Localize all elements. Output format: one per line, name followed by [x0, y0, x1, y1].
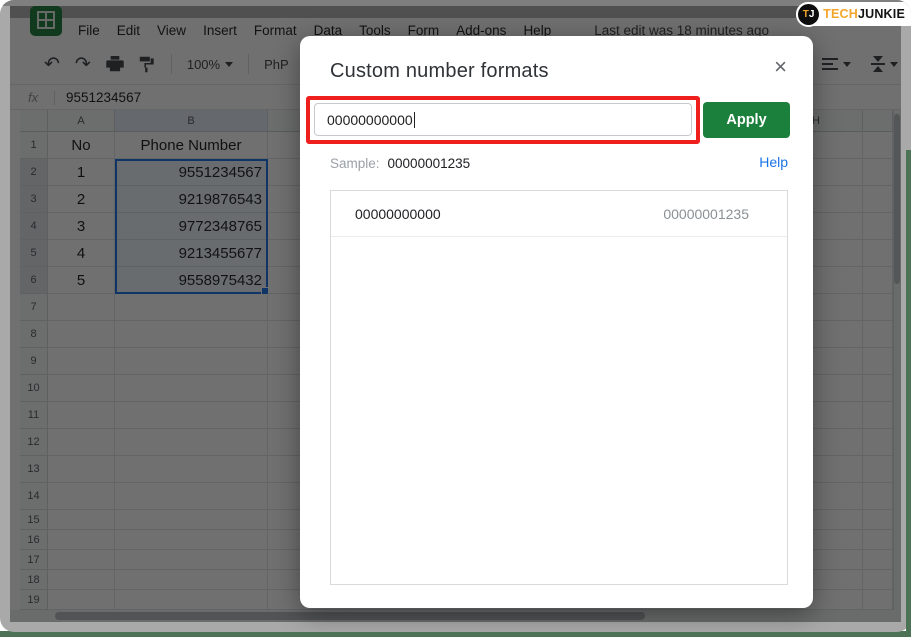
page: File Edit View Insert Format Data Tools … — [0, 0, 911, 637]
sample-label: Sample: — [330, 156, 380, 171]
screenshot-frame: File Edit View Insert Format Data Tools … — [0, 0, 911, 632]
techjunkie-logo-icon: TJ — [798, 4, 819, 25]
brand-first: TECH — [823, 7, 858, 21]
format-list: 00000000000 00000001235 — [330, 190, 788, 585]
sample-value: 00000001235 — [388, 156, 471, 171]
custom-number-formats-dialog: Custom number formats × 00000000000 Appl… — [300, 36, 813, 608]
format-code: 00000000000 — [355, 206, 441, 222]
sample-row: Sample: 00000001235 — [330, 154, 470, 172]
apply-button[interactable]: Apply — [703, 102, 790, 138]
red-highlight-annotation — [306, 96, 700, 144]
page-background-strip-right — [906, 150, 911, 637]
format-list-item[interactable]: 00000000000 00000001235 — [331, 191, 787, 237]
dialog-title: Custom number formats — [330, 60, 549, 83]
brand-second: JUNKIE — [858, 7, 905, 21]
format-preview: 00000001235 — [663, 206, 749, 222]
help-link[interactable]: Help — [759, 154, 788, 170]
close-icon[interactable]: × — [774, 56, 787, 78]
techjunkie-watermark: TJ TECHJUNKIE — [796, 2, 911, 26]
